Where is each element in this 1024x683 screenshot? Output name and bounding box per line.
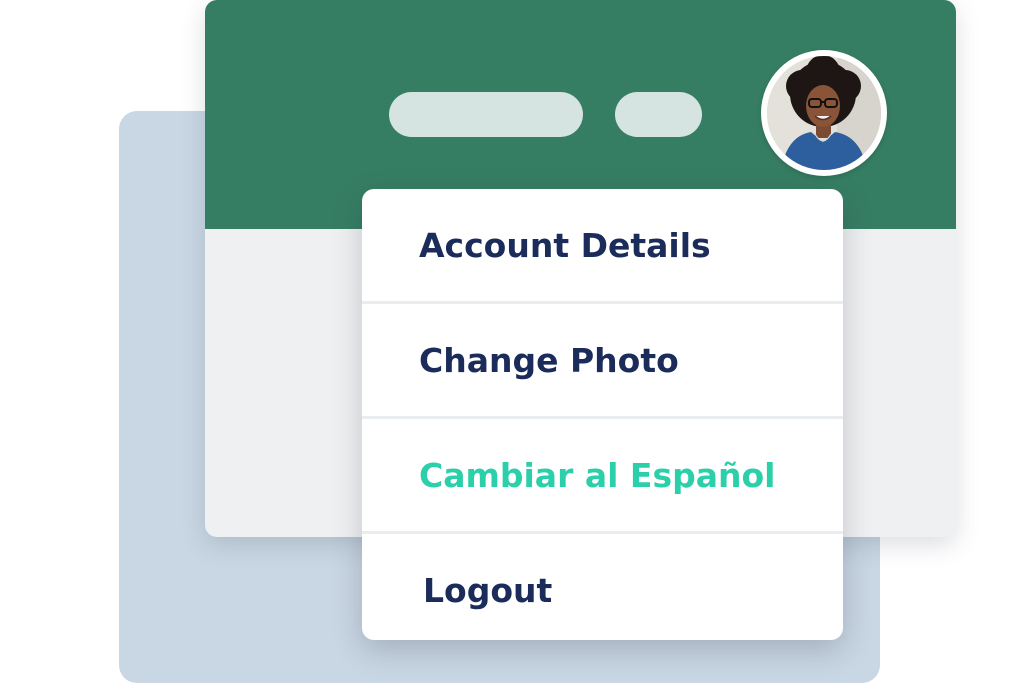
menu-item-change-photo[interactable]: Change Photo [362, 304, 843, 419]
menu-item-label: Account Details [419, 225, 711, 265]
menu-item-switch-to-spanish[interactable]: Cambiar al Español [362, 419, 843, 534]
menu-item-logout[interactable]: Logout [362, 534, 843, 640]
avatar[interactable] [761, 50, 887, 176]
user-avatar-icon [767, 56, 881, 170]
nav-placeholder-long[interactable] [389, 92, 583, 137]
account-dropdown-menu: Account Details Change Photo Cambiar al … [362, 189, 843, 640]
menu-item-label: Logout [423, 570, 553, 610]
illustration: Account Details Change Photo Cambiar al … [0, 0, 1024, 683]
nav-placeholder-short[interactable] [615, 92, 702, 137]
menu-item-account-details[interactable]: Account Details [362, 189, 843, 304]
menu-item-label: Change Photo [419, 340, 679, 380]
menu-item-label: Cambiar al Español [419, 455, 776, 495]
